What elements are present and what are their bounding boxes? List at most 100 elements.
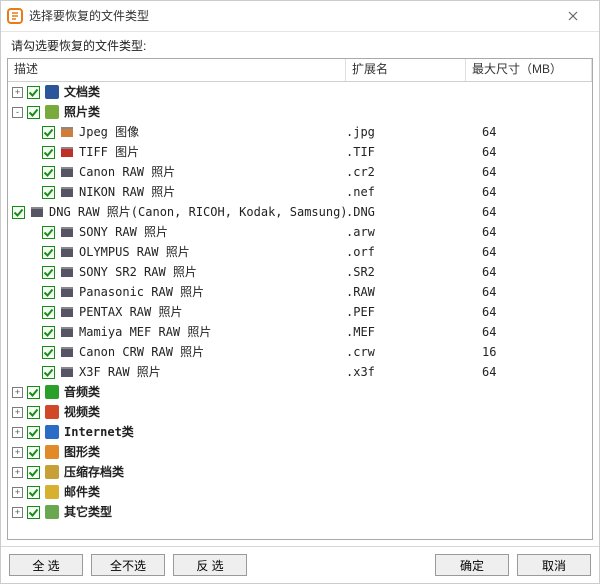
expand-toggle[interactable]: +: [12, 427, 23, 438]
category-row[interactable]: +音频类: [8, 382, 592, 402]
file-type-icon: [59, 364, 75, 380]
file-type-icon: [44, 484, 60, 500]
file-type-row[interactable]: Mamiya MEF RAW 照片.MEF64: [8, 322, 592, 342]
file-type-row[interactable]: SONY SR2 RAW 照片.SR264: [8, 262, 592, 282]
file-type-row[interactable]: PENTAX RAW 照片.PEF64: [8, 302, 592, 322]
file-type-row[interactable]: SONY RAW 照片.arw64: [8, 222, 592, 242]
category-row[interactable]: -照片类: [8, 102, 592, 122]
extension-cell: .SR2: [346, 266, 466, 278]
checkbox[interactable]: [42, 246, 55, 259]
file-type-icon: [59, 224, 75, 240]
title-bar: 选择要恢复的文件类型: [1, 1, 599, 32]
file-type-label: SONY SR2 RAW 照片: [79, 266, 197, 278]
checkbox[interactable]: [27, 106, 40, 119]
checkbox[interactable]: [42, 226, 55, 239]
file-type-icon: [44, 464, 60, 480]
file-type-list[interactable]: 描述 扩展名 最大尺寸（MB） +文档类-照片类Jpeg 图像.jpg64TIF…: [7, 58, 593, 540]
file-type-row[interactable]: Canon CRW RAW 照片.crw16: [8, 342, 592, 362]
select-all-button[interactable]: 全 选: [9, 554, 83, 576]
file-type-icon: [59, 184, 75, 200]
expand-toggle[interactable]: +: [12, 407, 23, 418]
extension-cell: .orf: [346, 246, 466, 258]
tree-rows: +文档类-照片类Jpeg 图像.jpg64TIFF 图片.TIF64Canon …: [8, 82, 592, 522]
max-size-cell: 64: [466, 286, 592, 298]
expand-toggle[interactable]: +: [12, 87, 23, 98]
category-row[interactable]: +图形类: [8, 442, 592, 462]
checkbox[interactable]: [42, 126, 55, 139]
extension-cell: .cr2: [346, 166, 466, 178]
category-label: 邮件类: [64, 486, 100, 498]
file-type-icon: [59, 244, 75, 260]
file-type-icon: [59, 284, 75, 300]
checkbox[interactable]: [27, 406, 40, 419]
expand-toggle[interactable]: +: [12, 507, 23, 518]
extension-cell: .crw: [346, 346, 466, 358]
checkbox[interactable]: [27, 486, 40, 499]
max-size-cell: 64: [466, 186, 592, 198]
expand-toggle[interactable]: -: [12, 107, 23, 118]
category-row[interactable]: +Internet类: [8, 422, 592, 442]
file-type-row[interactable]: X3F RAW 照片.x3f64: [8, 362, 592, 382]
file-type-row[interactable]: NIKON RAW 照片 .nef64: [8, 182, 592, 202]
extension-cell: .nef: [346, 186, 466, 198]
category-label: 其它类型: [64, 506, 112, 518]
file-type-icon: [59, 264, 75, 280]
max-size-cell: 16: [466, 346, 592, 358]
max-size-cell: 64: [466, 126, 592, 138]
checkbox[interactable]: [42, 326, 55, 339]
checkbox[interactable]: [42, 146, 55, 159]
expand-toggle[interactable]: +: [12, 487, 23, 498]
expand-toggle[interactable]: +: [12, 387, 23, 398]
extension-cell: .jpg: [346, 126, 466, 138]
column-header-max[interactable]: 最大尺寸（MB）: [466, 59, 592, 81]
category-row[interactable]: + 邮件类: [8, 482, 592, 502]
expand-toggle[interactable]: +: [12, 447, 23, 458]
checkbox[interactable]: [12, 206, 25, 219]
file-type-row[interactable]: Jpeg 图像 .jpg64: [8, 122, 592, 142]
column-header-ext[interactable]: 扩展名: [346, 59, 466, 81]
category-row[interactable]: +压缩存档类: [8, 462, 592, 482]
file-type-label: TIFF 图片: [79, 146, 139, 158]
file-type-row[interactable]: Canon RAW 照片.cr264: [8, 162, 592, 182]
close-button[interactable]: [553, 2, 593, 30]
checkbox[interactable]: [42, 186, 55, 199]
checkbox[interactable]: [42, 266, 55, 279]
invert-selection-button[interactable]: 反 选: [173, 554, 247, 576]
column-header-row: 描述 扩展名 最大尺寸（MB）: [8, 59, 592, 82]
checkbox[interactable]: [27, 426, 40, 439]
checkbox[interactable]: [42, 166, 55, 179]
column-header-desc[interactable]: 描述: [8, 59, 346, 81]
file-type-label: Panasonic RAW 照片: [79, 286, 204, 298]
max-size-cell: 64: [466, 326, 592, 338]
checkbox[interactable]: [27, 506, 40, 519]
checkbox[interactable]: [27, 86, 40, 99]
file-type-row[interactable]: Panasonic RAW 照片 .RAW64: [8, 282, 592, 302]
max-size-cell: 64: [466, 306, 592, 318]
file-type-row[interactable]: OLYMPUS RAW 照片.orf64: [8, 242, 592, 262]
checkbox[interactable]: [27, 386, 40, 399]
file-type-icon: [44, 504, 60, 520]
file-type-row[interactable]: TIFF 图片.TIF64: [8, 142, 592, 162]
category-row[interactable]: +视频类: [8, 402, 592, 422]
checkbox[interactable]: [27, 466, 40, 479]
checkbox[interactable]: [42, 306, 55, 319]
expand-toggle[interactable]: +: [12, 467, 23, 478]
checkbox[interactable]: [27, 446, 40, 459]
file-type-label: Jpeg 图像: [79, 126, 139, 138]
checkbox[interactable]: [42, 286, 55, 299]
category-row[interactable]: + 文档类: [8, 82, 592, 102]
ok-button[interactable]: 确定: [435, 554, 509, 576]
file-type-row[interactable]: DNG RAW 照片(Canon, RICOH, Kodak, Samsung)…: [8, 202, 592, 222]
extension-cell: .RAW: [346, 286, 466, 298]
checkbox[interactable]: [42, 346, 55, 359]
select-none-button[interactable]: 全不选: [91, 554, 165, 576]
checkbox[interactable]: [42, 366, 55, 379]
max-size-cell: 64: [466, 206, 592, 218]
file-type-icon: [44, 404, 60, 420]
cancel-button[interactable]: 取消: [517, 554, 591, 576]
file-type-label: Canon RAW 照片: [79, 166, 175, 178]
category-label: 文档类: [64, 86, 100, 98]
category-row[interactable]: + 其它类型: [8, 502, 592, 522]
extension-cell: .DNG: [346, 206, 466, 218]
file-type-label: NIKON RAW 照片: [79, 186, 175, 198]
